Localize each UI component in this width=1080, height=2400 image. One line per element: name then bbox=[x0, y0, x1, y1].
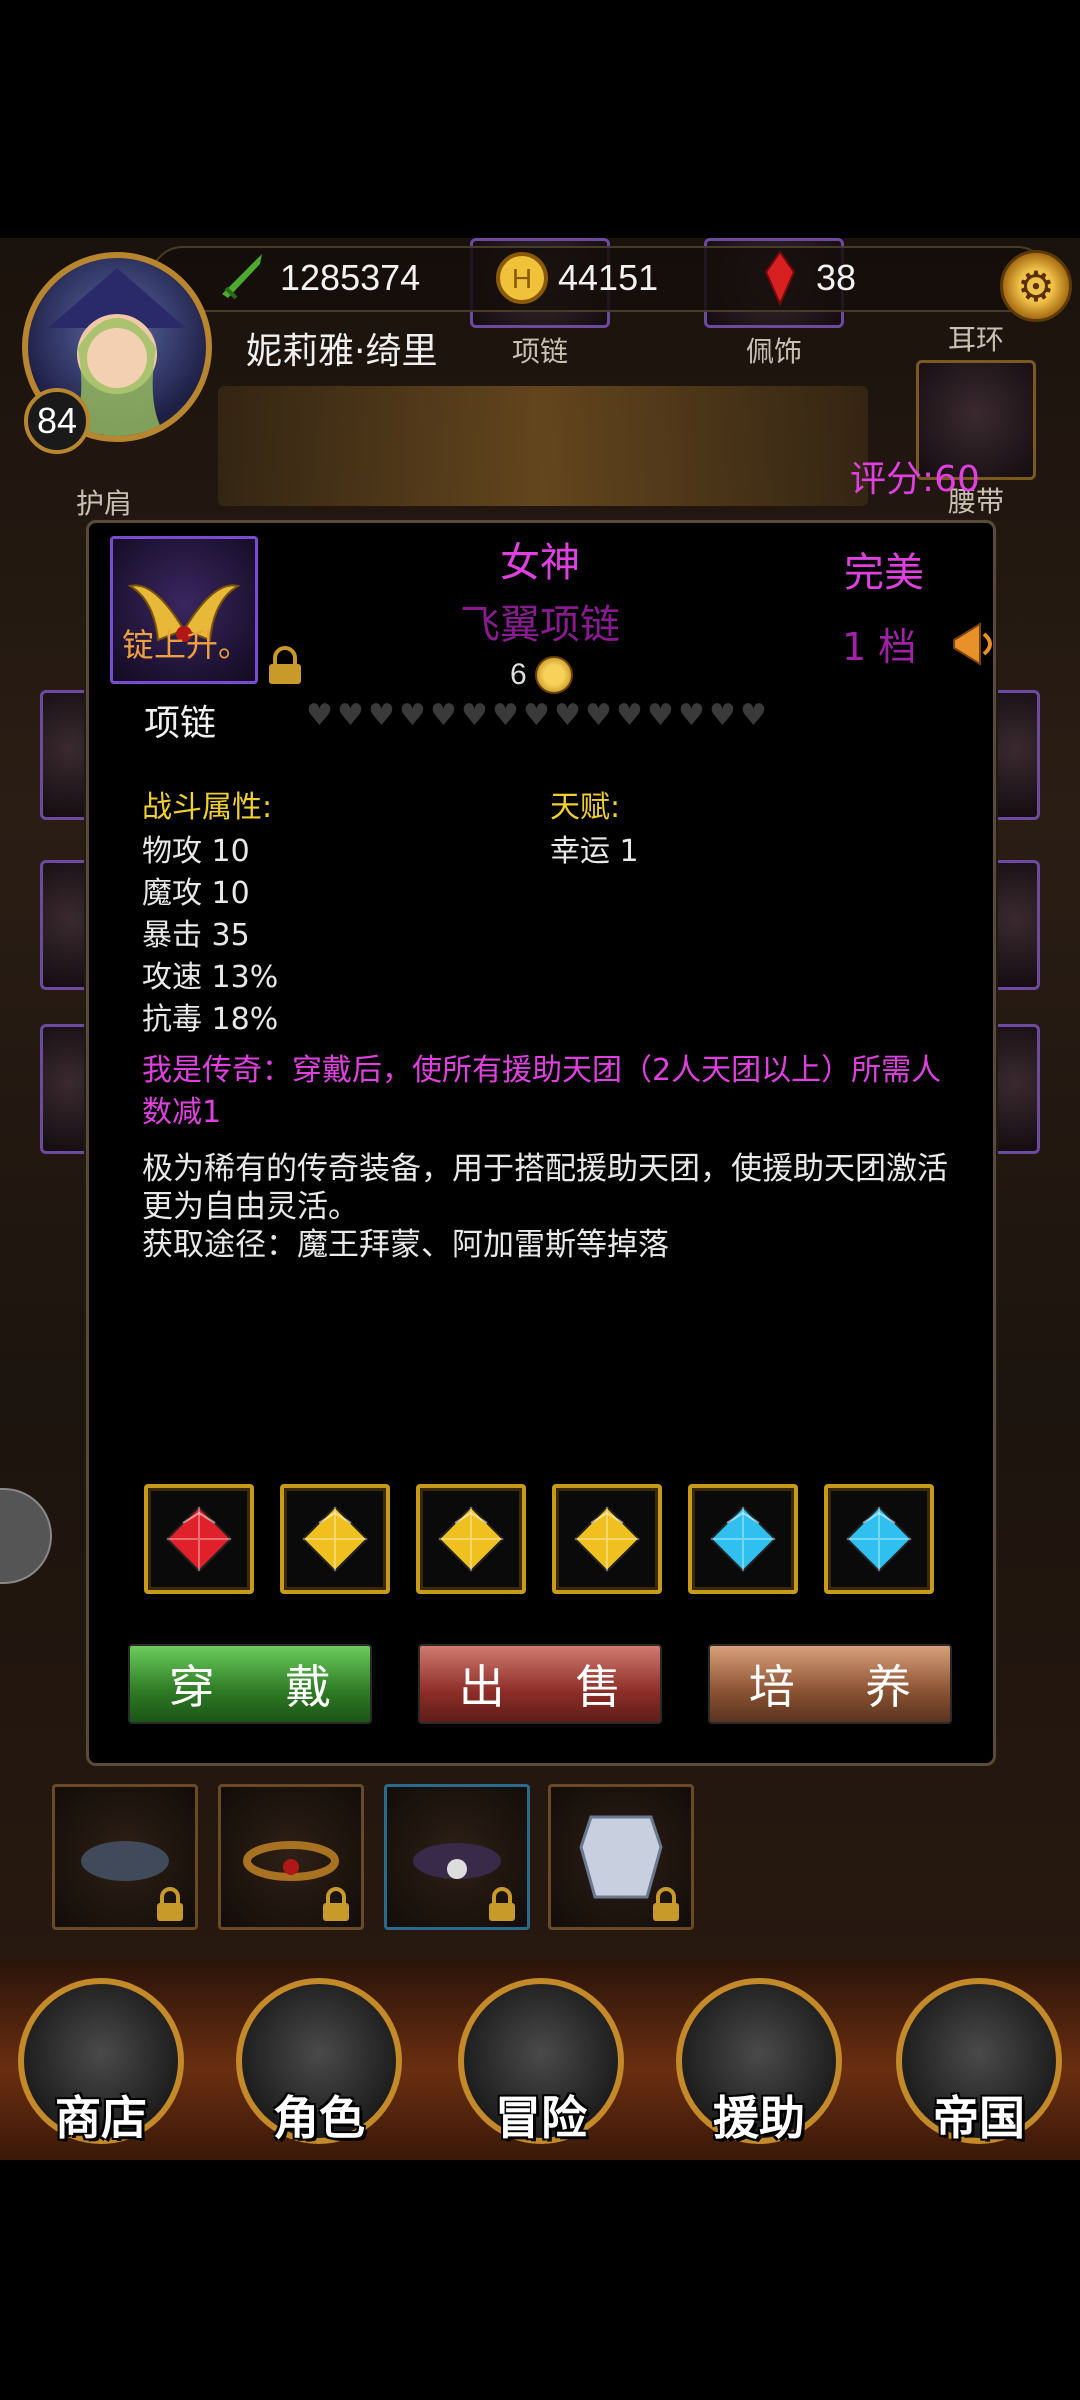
lock-icon bbox=[653, 1887, 679, 1921]
lock-icon[interactable] bbox=[264, 646, 306, 686]
combat-stats-heading: 战斗属性: bbox=[142, 790, 273, 825]
heart-icon: ♥ bbox=[554, 698, 581, 733]
sword-icon bbox=[216, 250, 272, 306]
star-cost: 6 bbox=[510, 656, 573, 694]
gem-socket[interactable] bbox=[552, 1484, 662, 1594]
horn-icon[interactable] bbox=[950, 618, 1006, 670]
nav-adventure[interactable]: 冒险 bbox=[458, 1978, 624, 2145]
heart-icon: ♥ bbox=[740, 698, 767, 733]
yellow-gem-icon bbox=[573, 1505, 641, 1573]
stat-line: 暴击 35 bbox=[142, 918, 250, 953]
inventory-slot[interactable] bbox=[52, 1784, 198, 1930]
item-name: 飞翼项链 bbox=[460, 602, 620, 648]
inventory-slot[interactable] bbox=[218, 1784, 364, 1930]
nav-empire[interactable]: 帝国 bbox=[896, 1978, 1062, 2145]
shoulder-slot-label: 护肩 bbox=[75, 487, 132, 520]
lock-icon bbox=[157, 1887, 183, 1921]
item-name-prefix: 女神 bbox=[500, 540, 580, 586]
yellow-gem-icon bbox=[301, 1505, 369, 1573]
heart-icon: ♥ bbox=[399, 698, 426, 733]
gem-socket[interactable] bbox=[824, 1484, 934, 1594]
heart-icon: ♥ bbox=[585, 698, 612, 733]
necklace-slot-label: 项链 bbox=[511, 335, 568, 368]
gem-socket[interactable] bbox=[416, 1484, 526, 1594]
nav-support[interactable]: 援助 bbox=[676, 1978, 842, 2145]
right-equip-slot[interactable] bbox=[990, 690, 1040, 820]
heart-icon: ♥ bbox=[368, 698, 395, 733]
gold-coin-icon: H bbox=[494, 250, 550, 306]
yellow-gem-icon bbox=[437, 1505, 505, 1573]
blue-gem-icon bbox=[845, 1505, 913, 1573]
heart-icon: ♥ bbox=[430, 698, 457, 733]
nav-empire-label: 帝国 bbox=[933, 2091, 1025, 2145]
red-gem-icon bbox=[165, 1505, 233, 1573]
stat-line: 物攻 10 bbox=[142, 834, 250, 869]
heart-icon: ♥ bbox=[616, 698, 643, 733]
svg-text:H: H bbox=[512, 263, 532, 294]
legendary-effect-text: 我是传奇：穿戴后，使所有援助天团（2人天团以上）所需人数减1 bbox=[142, 1053, 942, 1130]
coin-icon bbox=[534, 656, 573, 694]
heart-icon: ♥ bbox=[678, 698, 705, 733]
item-description: 极为稀有的传奇装备，用于搭配援助天团，使援助天团激活更为自由灵活。 获取途径：魔… bbox=[142, 1150, 962, 1264]
heart-icon: ♥ bbox=[306, 698, 333, 733]
heart-icon: ♥ bbox=[492, 698, 519, 733]
lock-icon bbox=[323, 1887, 349, 1921]
power-resource: 1285374 bbox=[216, 250, 420, 306]
heart-icon: ♥ bbox=[337, 698, 364, 733]
talent-heading: 天赋: bbox=[550, 790, 621, 825]
power-value: 1285374 bbox=[280, 257, 421, 298]
inventory-slot[interactable] bbox=[548, 1784, 694, 1930]
nav-support-label: 援助 bbox=[713, 2091, 805, 2145]
gold-resource: H 44151 bbox=[494, 250, 658, 306]
stat-line: 攻速 13% bbox=[142, 960, 279, 995]
blue-gem-icon bbox=[709, 1505, 777, 1573]
heart-icon: ♥ bbox=[461, 698, 488, 733]
nav-shop-label: 商店 bbox=[55, 2091, 147, 2145]
nav-character[interactable]: 角色 bbox=[236, 1978, 402, 2145]
hero-name: 妮莉雅·绮里 bbox=[246, 331, 438, 372]
inventory-slot[interactable] bbox=[384, 1784, 530, 1930]
gem-socket[interactable] bbox=[280, 1484, 390, 1594]
sell-button[interactable]: 出 售 bbox=[418, 1644, 662, 1724]
star-count: 6 bbox=[510, 658, 527, 691]
nav-shop[interactable]: 商店 bbox=[18, 1978, 184, 2145]
score-label: 评分:60 bbox=[850, 459, 980, 500]
source-text: 获取途径：魔王拜蒙、阿加雷斯等掉落 bbox=[142, 1227, 669, 1263]
right-equip-slot[interactable] bbox=[990, 1024, 1040, 1154]
wear-button[interactable]: 穿 戴 bbox=[128, 1644, 372, 1724]
item-tier: 1 档 bbox=[842, 625, 917, 669]
heart-icon: ♥ bbox=[647, 698, 674, 733]
stat-line: 抗毒 18% bbox=[142, 1002, 279, 1037]
lock-icon bbox=[489, 1887, 515, 1921]
player-level-badge: 84 bbox=[24, 388, 90, 454]
gem-resource: 38 bbox=[752, 250, 856, 306]
red-crystal-icon bbox=[752, 250, 808, 306]
heart-icon: ♥ bbox=[523, 698, 550, 733]
enhance-hearts: ♥ ♥ ♥ ♥ ♥ ♥ ♥ ♥ ♥ ♥ ♥ ♥ ♥ ♥ ♥ bbox=[306, 698, 768, 733]
gem-socket[interactable] bbox=[688, 1484, 798, 1594]
gem-value: 38 bbox=[816, 257, 857, 298]
item-category: 项链 bbox=[144, 703, 217, 744]
stat-line: 魔攻 10 bbox=[142, 876, 250, 911]
item-quality: 完美 bbox=[844, 550, 924, 596]
nav-adventure-label: 冒险 bbox=[495, 2091, 587, 2145]
gold-value: 44151 bbox=[558, 257, 659, 298]
gem-socket-row bbox=[144, 1484, 934, 1594]
right-equip-slot[interactable] bbox=[990, 860, 1040, 990]
scroll-notice-text: 锭上升。 bbox=[122, 626, 251, 664]
settings-gear-icon[interactable]: ⚙ bbox=[1000, 250, 1072, 322]
description-text: 极为稀有的传奇装备，用于搭配援助天团，使援助天团激活更为自由灵活。 bbox=[142, 1151, 948, 1225]
heart-icon: ♥ bbox=[709, 698, 736, 733]
talent-line: 幸运 1 bbox=[550, 834, 639, 869]
hero-banner bbox=[218, 386, 868, 506]
earring-slot-label: 耳环 bbox=[947, 323, 1004, 356]
accessory-slot-label: 佩饰 bbox=[745, 335, 802, 368]
nav-character-label: 角色 bbox=[273, 2091, 365, 2145]
gem-socket[interactable] bbox=[144, 1484, 254, 1594]
train-button[interactable]: 培 养 bbox=[708, 1644, 952, 1724]
